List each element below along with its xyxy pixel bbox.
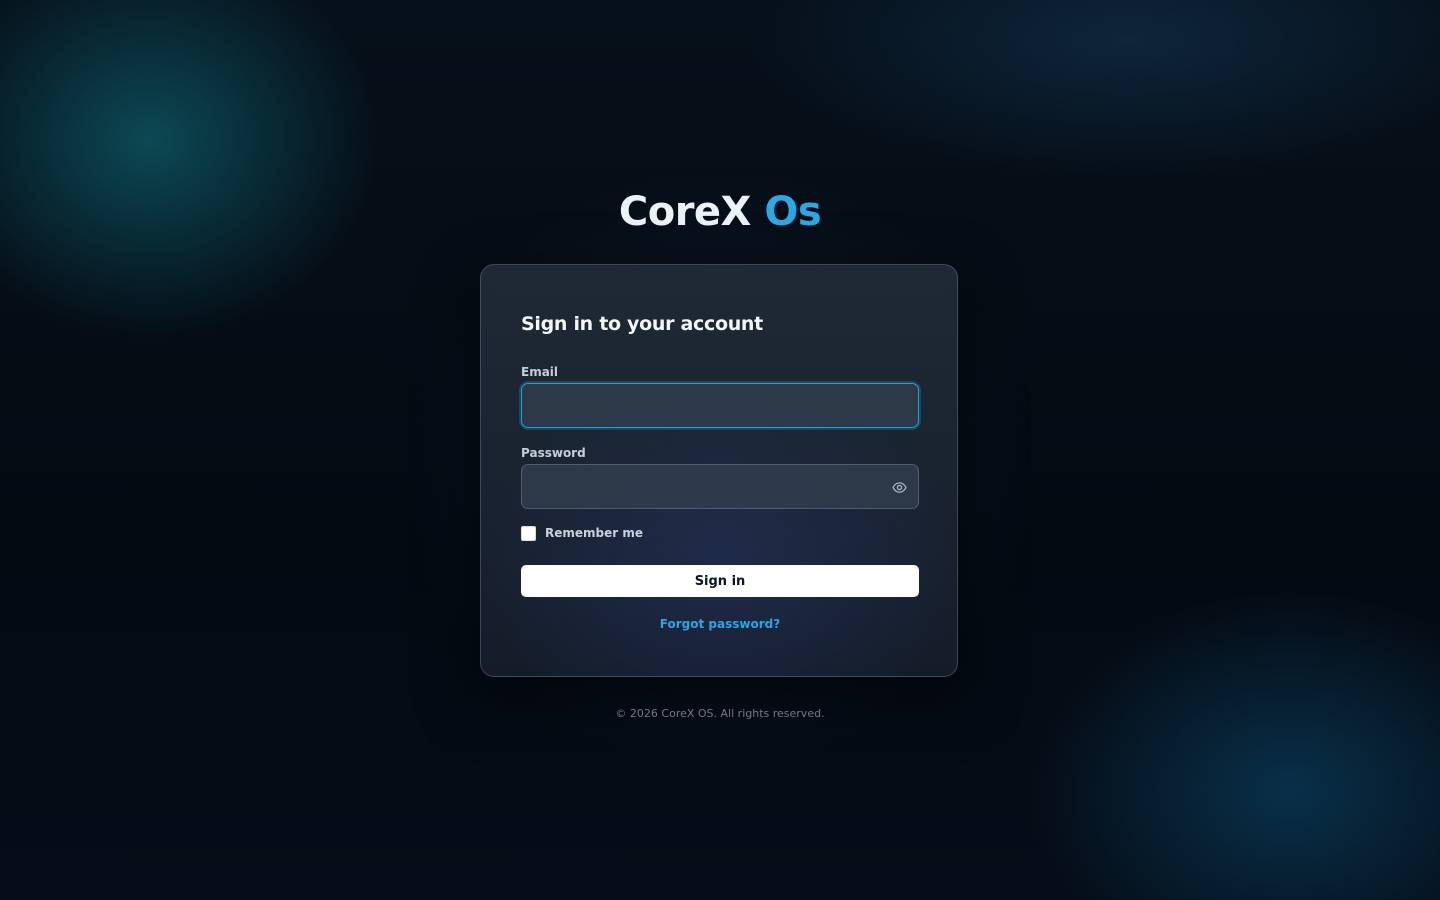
eye-icon (891, 481, 907, 493)
forgot-password-link[interactable]: Forgot password? (481, 617, 959, 631)
remember-me-label: Remember me (545, 526, 643, 540)
logo-text-accent: Os (764, 189, 822, 235)
login-card: Sign in to your account Email Password R… (480, 264, 958, 677)
footer-copyright: © 2026 CoreX OS. All rights reserved. (615, 707, 825, 720)
show-password-toggle[interactable] (889, 478, 909, 496)
email-label: Email (521, 365, 559, 379)
password-label: Password (521, 446, 586, 460)
app-logo: CoreX Os (0, 186, 1440, 238)
remember-me[interactable]: Remember me (521, 525, 643, 541)
logo-text-main: CoreX (618, 189, 752, 235)
sign-in-button[interactable]: Sign in (521, 565, 919, 597)
email-input[interactable] (521, 383, 919, 428)
remember-me-checkbox[interactable] (521, 525, 536, 541)
password-input[interactable] (521, 464, 919, 509)
login-title: Sign in to your account (521, 313, 763, 335)
